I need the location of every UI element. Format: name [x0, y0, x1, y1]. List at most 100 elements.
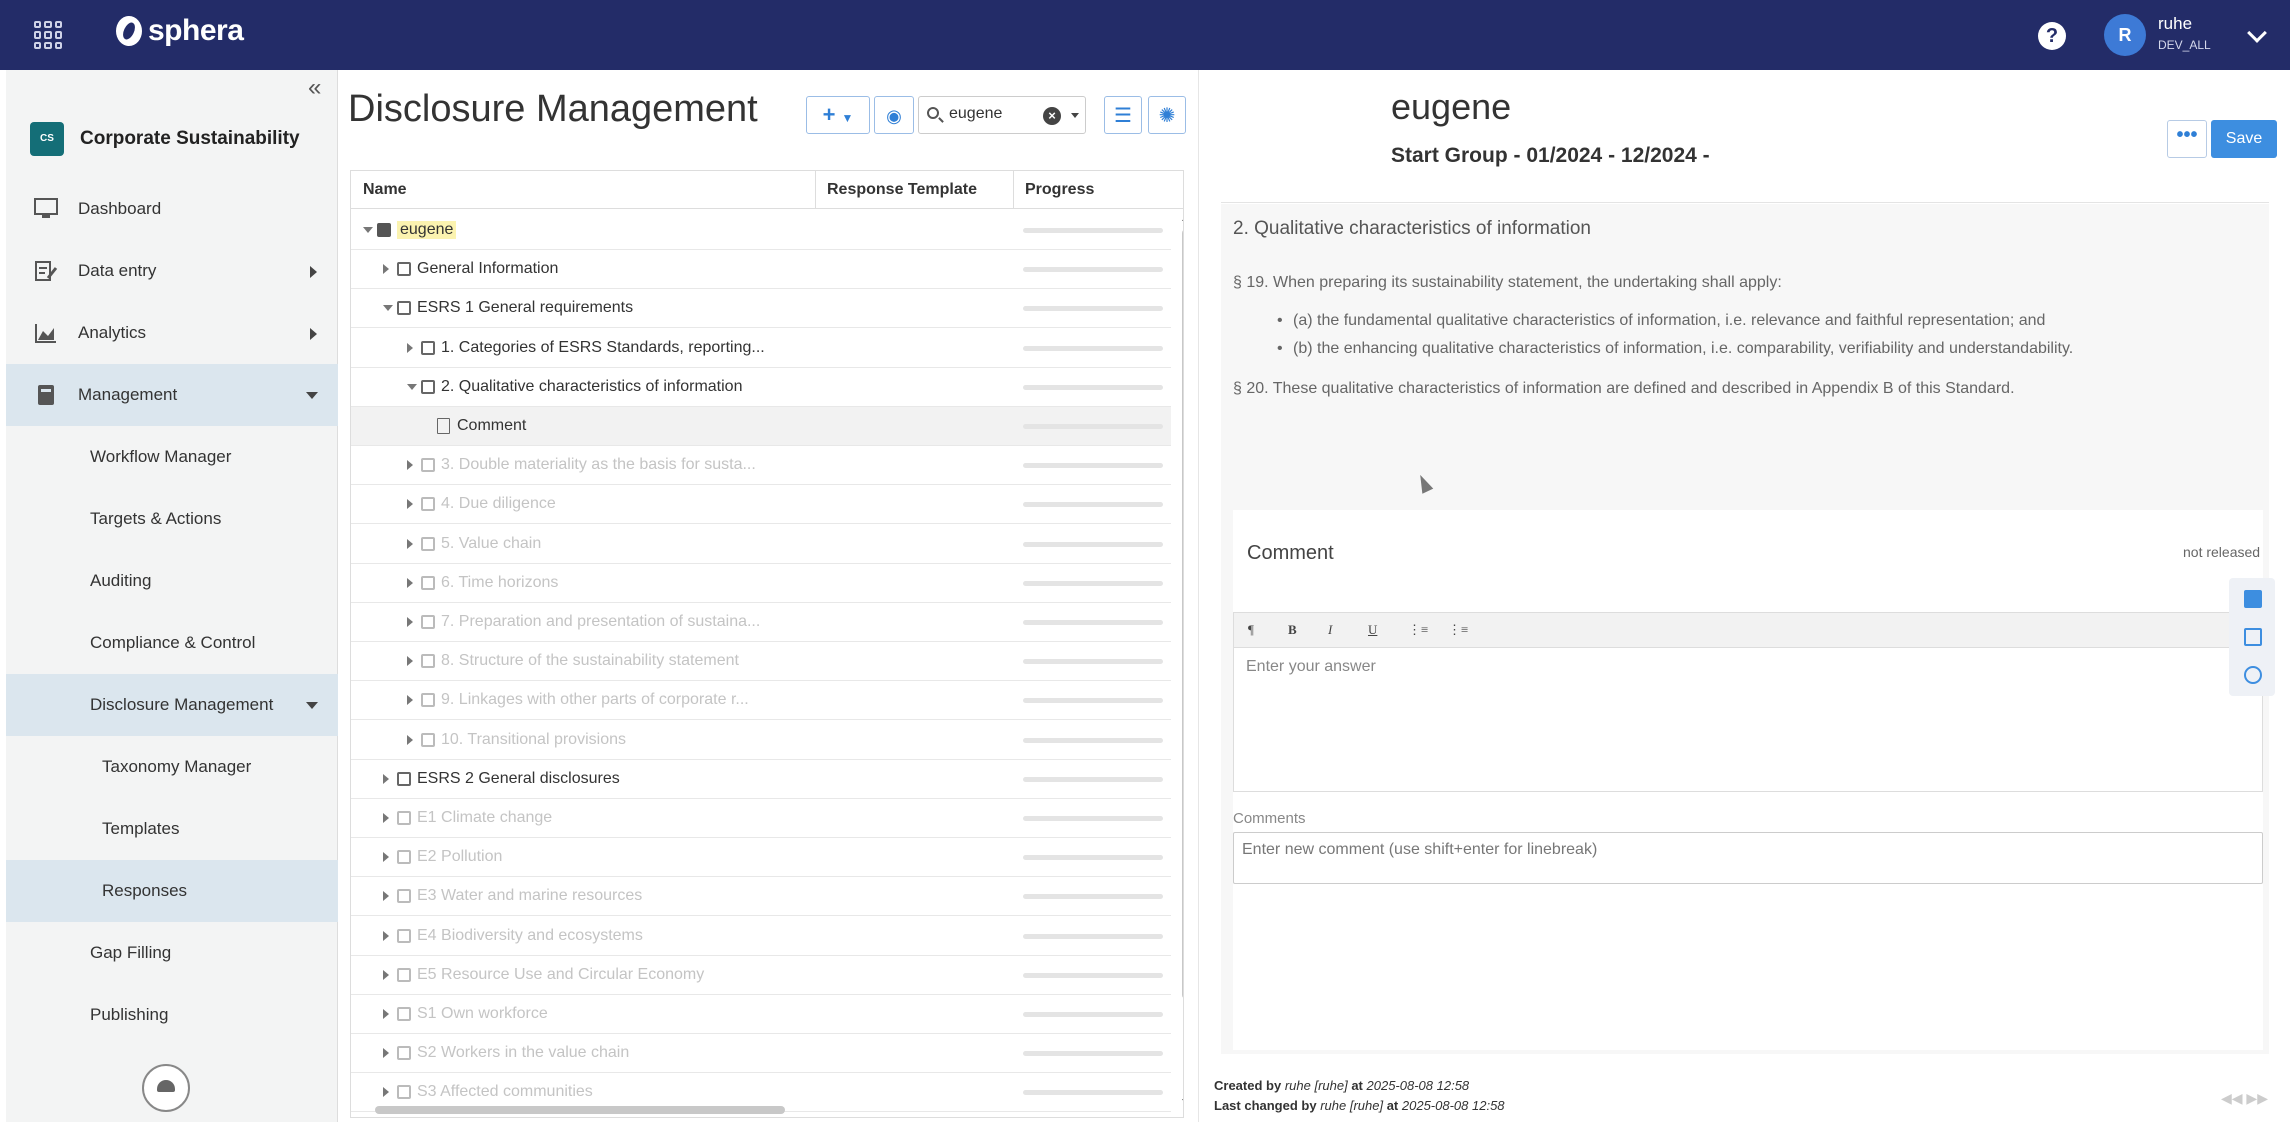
sphera-logo[interactable]: sphera — [116, 14, 244, 48]
column-header-name[interactable]: Name — [363, 181, 407, 199]
scroll-down-icon[interactable] — [1182, 1099, 1183, 1105]
save-button[interactable]: Save — [2211, 120, 2277, 158]
expand-caret-icon[interactable] — [383, 773, 389, 784]
column-separator[interactable] — [1013, 171, 1014, 209]
tree-row[interactable]: 1. Categories of ESRS Standards, reporti… — [351, 329, 1171, 368]
tree-row[interactable]: eugene — [351, 211, 1171, 250]
view-button[interactable]: ◉ — [874, 96, 914, 134]
sidebar-item-management[interactable]: Management — [6, 364, 338, 426]
assistant-icon[interactable] — [142, 1064, 190, 1112]
document-view-icon[interactable] — [2244, 590, 2262, 608]
expand-caret-icon[interactable] — [407, 656, 413, 667]
settings-button[interactable]: ✺ — [1148, 96, 1186, 134]
vertical-scrollbar[interactable] — [1181, 211, 1183, 1111]
page-navigation-icon[interactable]: ◀◀ ▶▶ — [2221, 1090, 2268, 1107]
sidebar-item-dashboard[interactable]: Dashboard — [6, 178, 338, 240]
expand-caret-icon[interactable] — [383, 264, 389, 275]
italic-icon[interactable]: I — [1328, 622, 1332, 638]
numbered-list-icon[interactable]: ⋮≡ — [1408, 622, 1428, 638]
tree-row[interactable]: E1 Climate change — [351, 799, 1171, 838]
search-field[interactable]: × — [918, 96, 1086, 134]
tree-row[interactable]: 4. Due diligence — [351, 485, 1171, 525]
tree-row[interactable]: S2 Workers in the value chain — [351, 1034, 1171, 1074]
sidebar-item-workflow-manager[interactable]: Workflow Manager — [6, 426, 338, 488]
sidebar-item-responses[interactable]: Responses — [6, 860, 338, 922]
expand-caret-icon[interactable] — [407, 460, 413, 471]
collapse-caret-icon[interactable] — [383, 305, 393, 312]
tree-row[interactable]: E2 Pollution — [351, 838, 1171, 878]
expand-caret-icon[interactable] — [407, 617, 413, 627]
sidebar-item-disclosure-management[interactable]: Disclosure Management — [6, 674, 338, 736]
answer-editor[interactable]: Enter your answer — [1233, 648, 2263, 792]
tree-row[interactable]: 2. Qualitative characteristics of inform… — [351, 368, 1171, 407]
expand-caret-icon[interactable] — [407, 577, 413, 588]
app-selector[interactable]: CS Corporate Sustainability — [30, 122, 300, 156]
bold-icon[interactable]: B — [1288, 622, 1297, 638]
expand-caret-icon[interactable] — [383, 891, 389, 902]
tree-row[interactable]: E4 Biodiversity and ecosystems — [351, 917, 1171, 956]
tree-row[interactable]: 6. Time horizons — [351, 564, 1171, 603]
expand-caret-icon[interactable] — [383, 930, 389, 941]
scrollbar-thumb[interactable] — [375, 1106, 785, 1114]
expand-caret-icon[interactable] — [383, 852, 389, 863]
tree-row[interactable]: 5. Value chain — [351, 525, 1171, 564]
tree-row[interactable]: 8. Structure of the sustainability state… — [351, 642, 1171, 682]
scroll-up-icon[interactable] — [1182, 215, 1183, 221]
more-options-button[interactable]: ••• — [2167, 120, 2207, 158]
expand-caret-icon[interactable] — [407, 734, 413, 745]
column-header-progress[interactable]: Progress — [1025, 181, 1094, 199]
tree-row[interactable]: Comment — [351, 407, 1171, 446]
add-dropdown-button[interactable]: + ▼ — [806, 96, 870, 134]
user-name[interactable]: ruhe — [2158, 14, 2192, 34]
paragraph-format-icon[interactable]: ¶ — [1248, 622, 1254, 638]
tree-row[interactable]: E5 Resource Use and Circular Economy — [351, 956, 1171, 995]
tree-row[interactable]: 9. Linkages with other parts of corporat… — [351, 681, 1171, 721]
scrollbar-thumb[interactable] — [1182, 229, 1183, 999]
tree-row[interactable]: 3. Double materiality as the basis for s… — [351, 446, 1171, 486]
tree-row[interactable]: ESRS 1 General requirements — [351, 289, 1171, 329]
underline-icon[interactable]: U — [1368, 622, 1377, 638]
sidebar-item-analytics[interactable]: Analytics — [6, 302, 338, 364]
list-view-button[interactable]: ☰ — [1104, 96, 1142, 134]
tree-row[interactable]: ESRS 2 General disclosures — [351, 760, 1171, 799]
expand-caret-icon[interactable] — [407, 538, 413, 549]
sidebar-item-compliance-control[interactable]: Compliance & Control — [6, 612, 338, 674]
column-separator[interactable] — [815, 171, 816, 209]
new-comment-field[interactable]: Enter new comment (use shift+enter for l… — [1233, 832, 2263, 884]
expand-caret-icon[interactable] — [383, 1009, 389, 1019]
expand-caret-icon[interactable] — [407, 499, 413, 510]
sidebar-item-targets-actions[interactable]: Targets & Actions — [6, 488, 338, 550]
expand-caret-icon[interactable] — [383, 813, 389, 823]
column-header-response-template[interactable]: Response Template — [827, 181, 977, 199]
tree-row[interactable]: 7. Preparation and presentation of susta… — [351, 603, 1171, 642]
collapse-caret-icon[interactable] — [407, 383, 417, 390]
tree-row[interactable]: General Information — [351, 250, 1171, 290]
app-launcher-icon[interactable] — [34, 21, 62, 49]
collapse-caret-icon[interactable] — [363, 227, 373, 233]
tree-row[interactable]: S1 Own workforce — [351, 995, 1171, 1034]
tree-row[interactable]: 10. Transitional provisions — [351, 721, 1171, 760]
expand-caret-icon[interactable] — [383, 1087, 389, 1098]
sidebar-item-publishing[interactable]: Publishing — [6, 984, 338, 1046]
help-icon[interactable]: ? — [2038, 22, 2066, 50]
sidebar-item-taxonomy-manager[interactable]: Taxonomy Manager — [6, 736, 338, 798]
sidebar-item-gap-filling[interactable]: Gap Filling — [6, 922, 338, 984]
expand-caret-icon[interactable] — [383, 969, 389, 980]
attachment-icon[interactable] — [2244, 666, 2262, 684]
search-options-dropdown-icon[interactable] — [1071, 113, 1079, 118]
search-input[interactable] — [949, 105, 1039, 123]
expand-caret-icon[interactable] — [383, 1048, 389, 1059]
sidebar-item-data-entry[interactable]: Data entry — [6, 240, 338, 302]
image-icon[interactable] — [2244, 628, 2262, 646]
clear-search-icon[interactable]: × — [1043, 107, 1061, 125]
chevron-down-icon[interactable] — [2247, 23, 2267, 43]
horizontal-scrollbar[interactable] — [355, 1103, 1175, 1115]
sidebar-item-templates[interactable]: Templates — [6, 798, 338, 860]
sidebar-item-auditing[interactable]: Auditing — [6, 550, 338, 612]
bulleted-list-icon[interactable]: ⋮≡ — [1448, 622, 1468, 638]
expand-caret-icon[interactable] — [407, 342, 413, 353]
expand-caret-icon[interactable] — [407, 695, 413, 706]
user-avatar[interactable]: R — [2104, 14, 2146, 56]
tree-row[interactable]: E3 Water and marine resources — [351, 877, 1171, 917]
collapse-sidebar-button[interactable]: « — [308, 74, 321, 102]
